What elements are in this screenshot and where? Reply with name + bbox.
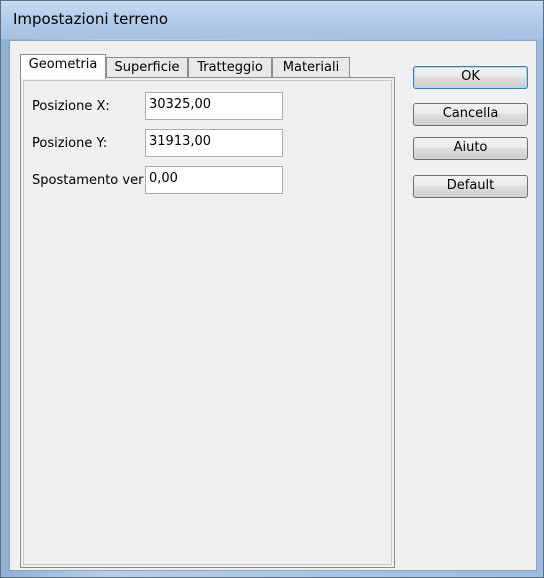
dialog-window: Impostazioni terreno Geometria Superfici… — [0, 0, 544, 578]
title-bar[interactable]: Impostazioni terreno — [1, 1, 543, 39]
tab-materiali[interactable]: Materiali — [272, 57, 350, 78]
tab-tratteggio[interactable]: Tratteggio — [188, 57, 272, 78]
help-button[interactable]: Aiuto — [413, 137, 528, 160]
pos-y-field[interactable]: 31913,00 — [145, 129, 283, 157]
tab-superficie[interactable]: Superficie — [106, 57, 188, 78]
tab-geometria[interactable]: Geometria — [20, 54, 106, 79]
pos-x-field[interactable]: 30325,00 — [145, 92, 283, 120]
dialog-client-area: Geometria Superficie Tratteggio Material… — [9, 40, 537, 571]
ok-button[interactable]: OK — [413, 66, 528, 89]
pos-y-label: Posizione Y: — [32, 136, 108, 151]
panel-frame: Posizione X: 30325,00 Posizione Y: 31913… — [23, 80, 392, 565]
shift-label: Spostamento ver — [32, 173, 144, 188]
cancel-button[interactable]: Cancella — [413, 103, 528, 126]
default-button[interactable]: Default — [413, 175, 528, 198]
geometria-panel: Posizione X: 30325,00 Posizione Y: 31913… — [20, 77, 395, 568]
pos-x-label: Posizione X: — [32, 99, 110, 114]
shift-field[interactable]: 0,00 — [145, 166, 283, 194]
window-title: Impostazioni terreno — [13, 10, 169, 28]
